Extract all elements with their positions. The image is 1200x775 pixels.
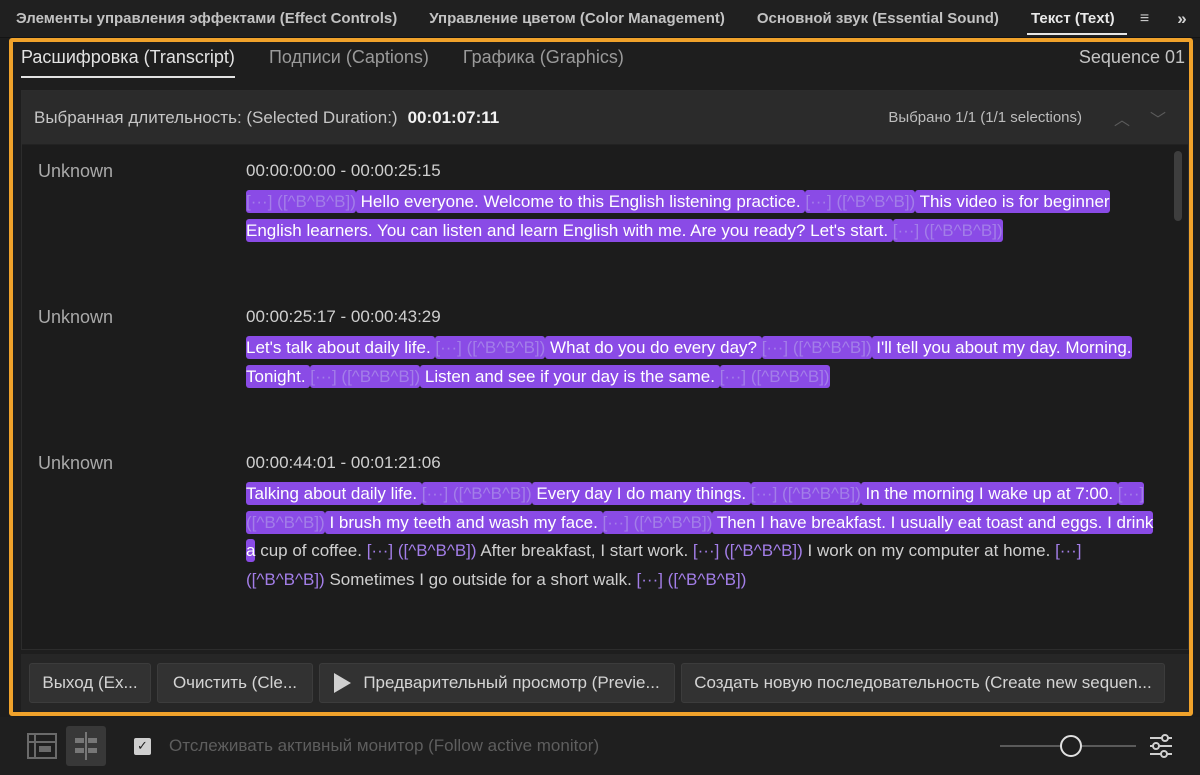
transcript-word-run[interactable]: What do you do every day? bbox=[545, 336, 762, 359]
pause-marker[interactable]: [···] ([^B^B^B]) bbox=[750, 482, 861, 505]
zoom-slider-knob[interactable] bbox=[1060, 735, 1082, 757]
text-panel: Расшифровка (Transcript) Подписи (Captio… bbox=[9, 38, 1193, 716]
create-sequence-button-label: Создать новую последовательность (Create… bbox=[694, 673, 1152, 692]
exit-button-label: Выход (Ex... bbox=[42, 673, 138, 692]
transcript-word-run[interactable]: Let's talk about daily life. bbox=[246, 336, 436, 359]
clear-button-label: Очистить (Cle... bbox=[172, 673, 298, 692]
bottom-toolbar: ✓ Отслеживать активный монитор (Follow a… bbox=[0, 717, 1200, 775]
scrollbar-thumb[interactable] bbox=[1174, 151, 1182, 221]
hamburger-menu-icon[interactable]: ≡ bbox=[1133, 10, 1157, 28]
pause-marker[interactable]: [···] ([^B^B^B]) bbox=[310, 364, 421, 388]
tab-effect-controls[interactable]: Элементы управления эффектами (Effect Co… bbox=[0, 0, 413, 38]
transcript-word-run[interactable]: Every day I do many things. bbox=[531, 482, 751, 505]
transcript-word-run[interactable]: After breakfast, I start work. bbox=[477, 541, 693, 560]
text-panel-tabs: Расшифровка (Transcript) Подписи (Captio… bbox=[21, 42, 1189, 84]
pause-marker[interactable]: [···] ([^B^B^B]) bbox=[421, 482, 532, 505]
transcript-word-run[interactable]: cup of coffee. bbox=[255, 541, 366, 560]
tab-graphics[interactable]: Графика (Graphics) bbox=[463, 42, 624, 84]
pause-marker[interactable]: [···] ([^B^B^B]) bbox=[693, 541, 803, 560]
preview-button[interactable]: Предварительный просмотр (Previe... bbox=[319, 663, 675, 703]
timeline-view-icon[interactable] bbox=[22, 726, 62, 766]
play-icon bbox=[334, 673, 352, 693]
tab-color-management[interactable]: Управление цветом (Color Management) bbox=[413, 0, 741, 38]
segment-text[interactable]: [···] ([^B^B^B]) Hello everyone. Welcome… bbox=[246, 188, 1156, 245]
pause-marker[interactable]: [···] ([^B^B^B]) bbox=[435, 336, 546, 359]
pause-marker[interactable]: [···] ([^B^B^B]) bbox=[719, 364, 830, 388]
double-chevron-right-icon[interactable]: » bbox=[1164, 9, 1200, 29]
tab-captions[interactable]: Подписи (Captions) bbox=[269, 42, 429, 84]
zoom-slider[interactable] bbox=[1000, 735, 1136, 757]
transcript-word-run[interactable]: I brush my teeth and wash my face. bbox=[324, 510, 603, 534]
transcript-scrollbar[interactable] bbox=[1174, 151, 1182, 641]
segment-timecode: 00:00:44:01 - 00:01:21:06 bbox=[246, 453, 441, 472]
pause-marker[interactable]: [···] ([^B^B^B]) bbox=[367, 541, 477, 560]
segment-timecode: 00:00:00:00 - 00:00:25:15 bbox=[246, 161, 441, 180]
speaker-label[interactable]: Unknown bbox=[38, 161, 113, 182]
follow-active-monitor-checkbox[interactable]: ✓ bbox=[134, 737, 151, 755]
settings-sliders-icon[interactable] bbox=[1148, 733, 1174, 759]
transcript-word-run[interactable]: Sometimes I go outside for a short walk. bbox=[325, 570, 637, 589]
action-button-row: Выход (Ex... Очистить (Cle... Предварите… bbox=[21, 654, 1189, 712]
pause-marker[interactable]: [···] ([^B^B^B]) bbox=[892, 218, 1003, 242]
tab-essential-sound[interactable]: Основной звук (Essential Sound) bbox=[741, 0, 1015, 38]
exit-button[interactable]: Выход (Ex... bbox=[29, 663, 151, 703]
segment-text[interactable]: Let's talk about daily life. [···] ([^B^… bbox=[246, 334, 1156, 391]
previous-selection-chevron-up-icon[interactable]: ︿ bbox=[1104, 106, 1140, 130]
speaker-label[interactable]: Unknown bbox=[38, 453, 113, 474]
transcript-segments: Unknown 00:00:00:00 - 00:00:25:15 [···] … bbox=[22, 147, 1172, 647]
transcript-word-run[interactable]: Listen and see if your day is the same. bbox=[420, 364, 720, 388]
next-selection-chevron-down-icon[interactable]: ﹀ bbox=[1140, 106, 1176, 130]
selected-duration-label: Выбранная длительность: (Selected Durati… bbox=[34, 107, 398, 127]
preview-button-label: Предварительный просмотр (Previe... bbox=[363, 673, 660, 692]
transcript-area: Выбранная длительность: (Selected Durati… bbox=[21, 90, 1189, 650]
pause-marker[interactable]: [···] ([^B^B^B]) bbox=[637, 570, 747, 589]
transcript-word-run[interactable]: In the morning I wake up at 7:00. bbox=[860, 482, 1118, 505]
transcript-word-run[interactable]: I work on my computer at home. bbox=[803, 541, 1055, 560]
selection-count: Выбрано 1/1 (1/1 selections) bbox=[888, 109, 1082, 126]
sequence-name: Sequence 01 bbox=[1078, 47, 1185, 67]
segment-text[interactable]: Talking about daily life. [···] ([^B^B^B… bbox=[246, 480, 1156, 594]
segment-timecode: 00:00:25:17 - 00:00:43:29 bbox=[246, 307, 441, 326]
transcript-word-run[interactable]: Hello everyone. Welcome to this English … bbox=[355, 190, 806, 213]
split-segment-icon[interactable] bbox=[66, 726, 106, 766]
speaker-label[interactable]: Unknown bbox=[38, 307, 113, 328]
tab-transcript[interactable]: Расшифровка (Transcript) bbox=[21, 42, 235, 84]
pause-marker[interactable]: [···] ([^B^B^B]) bbox=[761, 336, 872, 359]
transcript-word-run[interactable]: Talking about daily life. bbox=[246, 482, 422, 505]
pause-marker[interactable]: [···] ([^B^B^B]) bbox=[602, 510, 713, 534]
tab-text[interactable]: Текст (Text) bbox=[1015, 0, 1131, 38]
create-sequence-button[interactable]: Создать новую последовательность (Create… bbox=[681, 663, 1165, 703]
pause-marker[interactable]: [···] ([^B^B^B]) bbox=[246, 190, 356, 213]
panel-tab-strip: Элементы управления эффектами (Effect Co… bbox=[0, 0, 1200, 38]
selection-summary-bar: Выбранная длительность: (Selected Durati… bbox=[22, 91, 1188, 145]
follow-active-monitor-label: Отслеживать активный монитор (Follow act… bbox=[169, 736, 600, 755]
selected-duration-value: 00:01:07:11 bbox=[407, 107, 500, 127]
pause-marker[interactable]: [···] ([^B^B^B]) bbox=[805, 190, 916, 213]
clear-button[interactable]: Очистить (Cle... bbox=[157, 663, 313, 703]
